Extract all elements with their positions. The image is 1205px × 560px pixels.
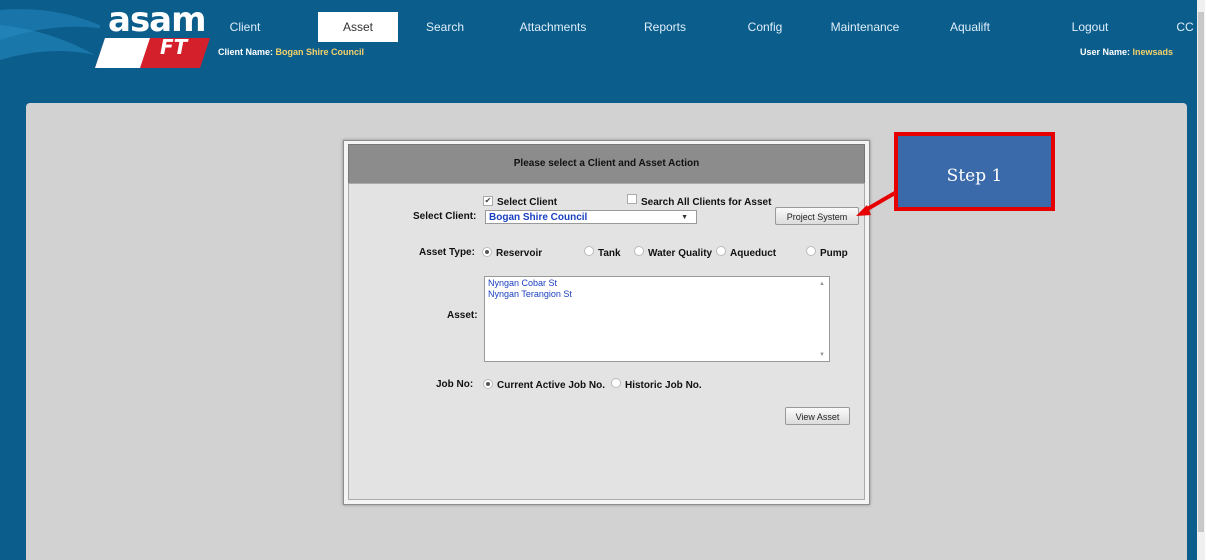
job-current-radio[interactable] [483,379,493,389]
nav-asset[interactable]: Asset [318,12,398,42]
asset-type-reservoir-label: Reservoir [496,248,543,259]
main-nav: Client Asset Search Attachments Reports … [210,12,1200,42]
asset-type-tank-label: Tank [598,248,621,259]
panel-title: Please select a Client and Asset Action [513,158,700,169]
page-scrollbar[interactable] [1197,0,1205,560]
job-current-label: Current Active Job No. [497,380,605,391]
select-client-check-label: Select Client [497,197,558,208]
nav-search[interactable]: Search [410,12,480,42]
asset-type-water-quality-label: Water Quality [648,248,713,259]
user-name-value: lnewsads [1132,47,1174,57]
asset-type-radio-pump[interactable] [806,246,816,256]
header-bar: asam FT Client Asset Search Attachments … [0,0,1197,100]
asset-action-panel: Please select a Client and Asset Action … [343,140,870,505]
asam-logo[interactable]: asam FT [0,0,210,70]
asset-listbox[interactable]: Nyngan Cobar St Nyngan Terangion St ▲ ▼ [484,276,830,362]
asset-option[interactable]: Nyngan Terangion St [488,289,572,299]
asset-type-radio-aqueduct[interactable] [716,246,726,256]
nav-cc[interactable]: CC [1170,12,1200,42]
search-all-clients-label: Search All Clients for Asset [641,197,772,208]
asset-type-radio-water-quality[interactable] [634,246,644,256]
select-client-label: Select Client: [413,211,477,222]
nav-config[interactable]: Config [730,12,800,42]
scroll-down-icon[interactable]: ▼ [819,352,825,358]
chevron-down-icon: ▼ [681,214,688,221]
asset-type-radio-reservoir[interactable] [482,247,492,257]
view-asset-button[interactable]: View Asset [785,407,850,425]
asset-label: Asset: [447,310,478,321]
nav-attachments[interactable]: Attachments [508,12,598,42]
job-historic-radio[interactable] [611,378,621,388]
logo-text: asam [108,0,207,40]
asset-type-aqueduct-label: Aqueduct [730,248,777,259]
project-system-button[interactable]: Project System [775,207,859,225]
panel-header: Please select a Client and Asset Action [348,144,865,184]
client-select-dropdown[interactable]: Bogan Shire Council ▼ [485,210,697,224]
select-client-checkbox[interactable]: ✔ [483,196,493,206]
client-name-display: Client Name: Bogan Shire Council [218,47,364,57]
job-historic-label: Historic Job No. [625,380,702,391]
asset-type-pump-label: Pump [820,248,848,259]
panel-body: ✔ Select Client Search All Clients for A… [348,183,865,500]
nav-maintenance[interactable]: Maintenance [820,12,910,42]
scroll-up-icon[interactable]: ▲ [819,281,825,287]
asset-option[interactable]: Nyngan Cobar St [488,278,557,288]
asset-type-radio-tank[interactable] [584,246,594,256]
nav-aqualift[interactable]: Aqualift [935,12,1005,42]
user-name-label: User Name: [1080,47,1131,57]
nav-client[interactable]: Client [210,12,280,42]
step-callout-label: Step 1 [946,166,1003,186]
user-name-display: User Name: lnewsads [1080,47,1173,57]
nav-logout[interactable]: Logout [1055,12,1125,42]
client-name-label: Client Name: [218,47,274,57]
search-all-clients-checkbox[interactable] [627,194,637,204]
asset-type-label: Asset Type: [419,247,475,258]
scrollbar-thumb[interactable] [1198,12,1204,532]
step-callout: Step 1 [894,132,1055,211]
client-select-value: Bogan Shire Council [489,212,588,223]
client-name-value: Bogan Shire Council [275,47,365,57]
logo-subtext: FT [160,35,188,59]
nav-reports[interactable]: Reports [630,12,700,42]
job-no-label: Job No: [436,379,474,390]
